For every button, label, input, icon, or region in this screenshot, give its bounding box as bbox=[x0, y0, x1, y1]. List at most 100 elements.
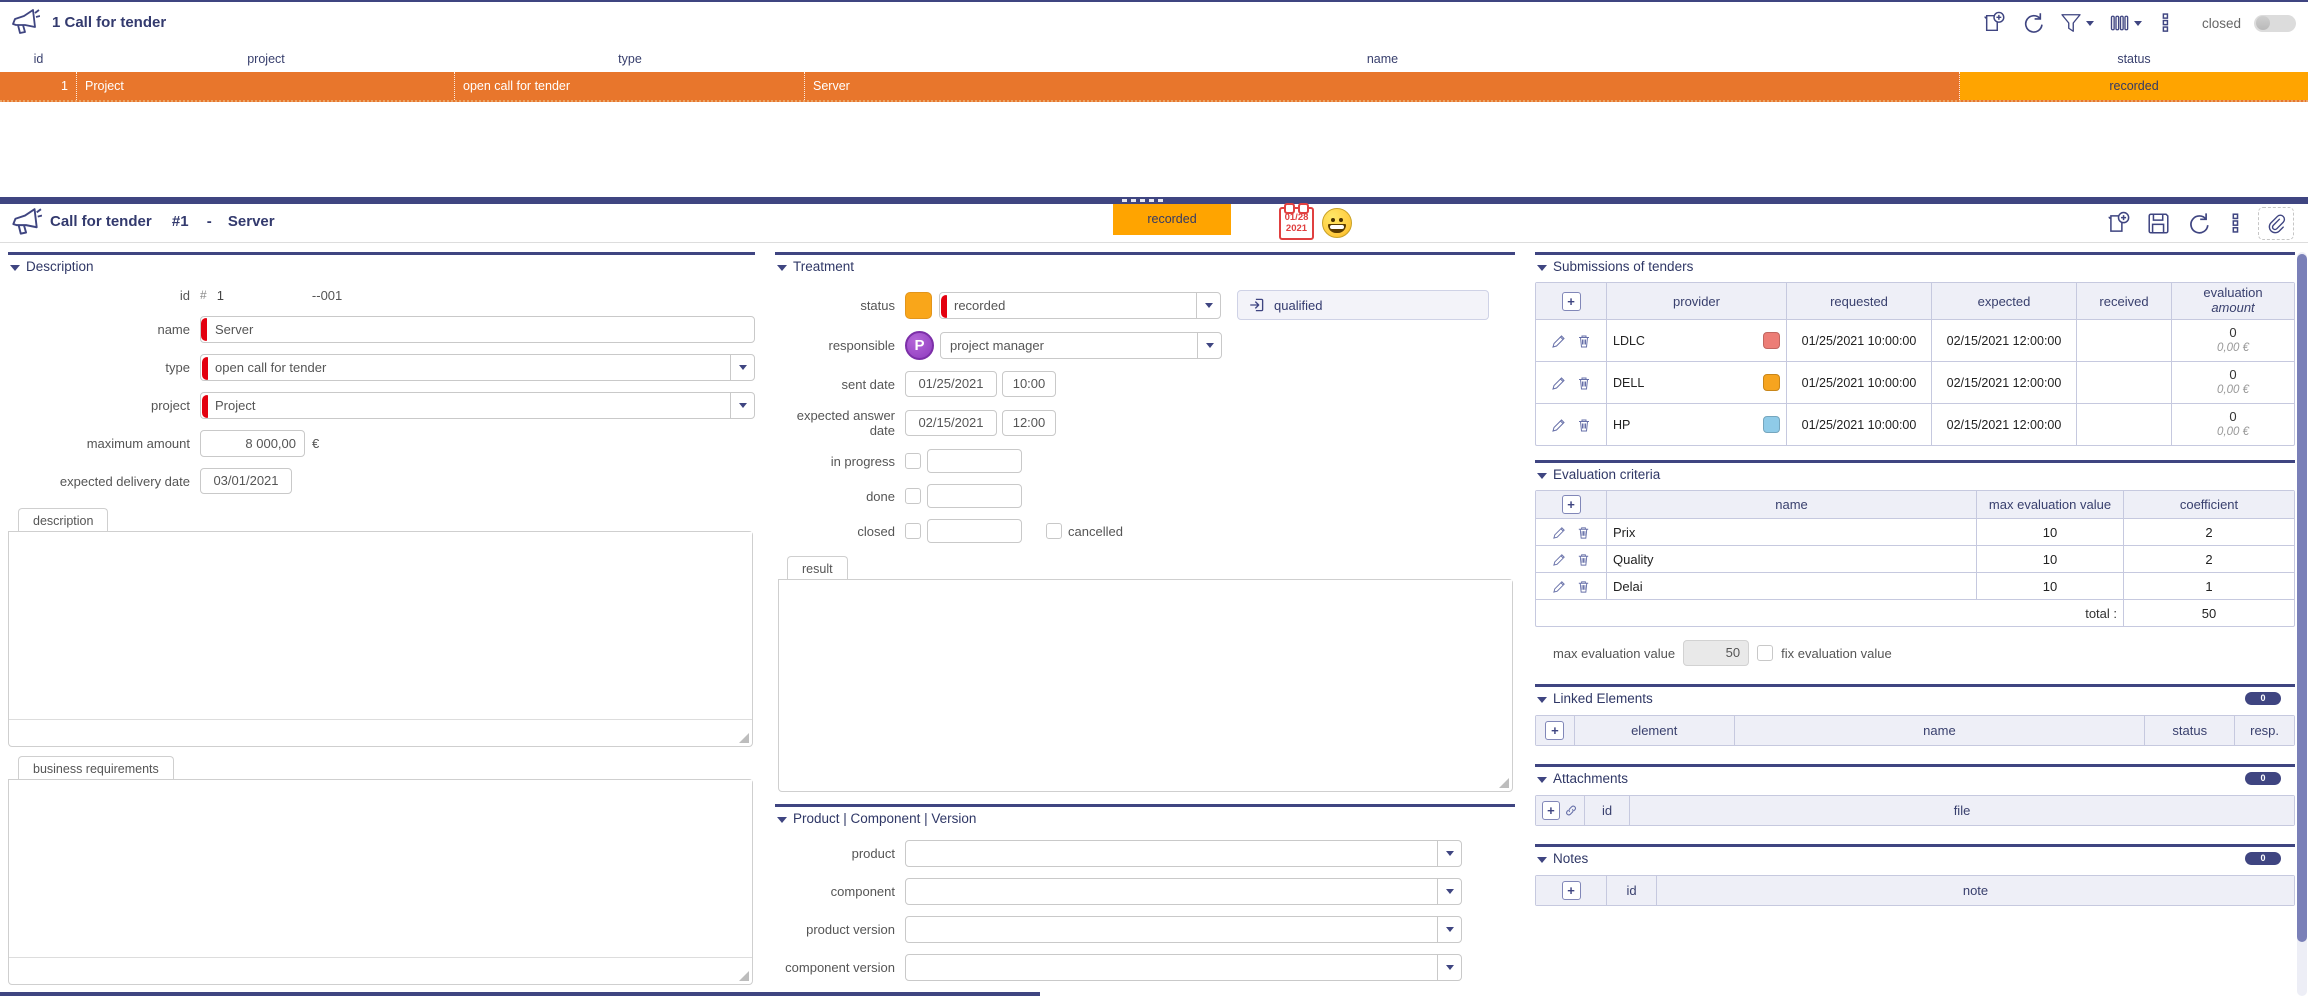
vertical-scrollbar[interactable] bbox=[2297, 252, 2307, 996]
add-note-button[interactable] bbox=[1562, 881, 1581, 900]
closed-date-input[interactable] bbox=[927, 519, 1022, 543]
attach-dropzone[interactable] bbox=[2258, 207, 2294, 240]
chevron-down-icon[interactable] bbox=[1437, 917, 1461, 942]
submission-row[interactable]: LDLC 01/25/2021 10:00:00 02/15/2021 12:0… bbox=[1536, 319, 2294, 361]
chevron-down-icon[interactable] bbox=[1437, 841, 1461, 866]
edit-pencil-icon[interactable] bbox=[1552, 579, 1567, 594]
business-requirements-textarea[interactable] bbox=[9, 780, 752, 957]
add-attachment-button[interactable] bbox=[1542, 801, 1560, 820]
component-version-select[interactable] bbox=[905, 954, 1462, 981]
project-select[interactable]: Project bbox=[200, 392, 755, 419]
responsible-select[interactable]: project manager bbox=[940, 332, 1222, 359]
in-progress-date-input[interactable] bbox=[927, 449, 1022, 473]
panel-divider bbox=[0, 197, 2308, 204]
currency-symbol: € bbox=[312, 436, 319, 451]
product-select[interactable] bbox=[905, 840, 1462, 867]
delete-trash-icon[interactable] bbox=[1576, 552, 1591, 567]
description-textarea[interactable] bbox=[9, 532, 752, 719]
edit-pencil-icon[interactable] bbox=[1552, 552, 1567, 567]
resize-grip-icon[interactable] bbox=[739, 733, 749, 743]
max-evaluation-input[interactable]: 50 bbox=[1683, 640, 1749, 666]
filter-button[interactable] bbox=[2059, 11, 2094, 35]
delete-trash-icon[interactable] bbox=[1576, 525, 1591, 540]
collapse-caret-icon[interactable] bbox=[10, 265, 20, 271]
submission-row[interactable]: DELL 01/25/2021 10:00:00 02/15/2021 12:0… bbox=[1536, 361, 2294, 403]
more-menu-button[interactable] bbox=[2225, 210, 2245, 237]
answer-time-input[interactable]: 12:00 bbox=[1002, 410, 1056, 436]
closed-filter-toggle[interactable] bbox=[2254, 15, 2296, 32]
edit-pencil-icon[interactable] bbox=[1551, 417, 1567, 433]
collapse-caret-icon[interactable] bbox=[1537, 777, 1547, 783]
divider-drag-handle[interactable] bbox=[1122, 199, 1163, 202]
count-badge: 0 bbox=[2245, 772, 2281, 785]
collapse-caret-icon[interactable] bbox=[1537, 265, 1547, 271]
done-date-input[interactable] bbox=[927, 484, 1022, 508]
delete-trash-icon[interactable] bbox=[1576, 333, 1592, 349]
collapse-caret-icon[interactable] bbox=[1537, 473, 1547, 479]
edit-pencil-icon[interactable] bbox=[1551, 375, 1567, 391]
chevron-down-icon[interactable] bbox=[730, 393, 754, 418]
criterion-row[interactable]: Quality 10 2 bbox=[1536, 545, 2294, 572]
collapse-caret-icon[interactable] bbox=[777, 265, 787, 271]
chevron-down-icon[interactable] bbox=[730, 355, 754, 380]
sent-time-input[interactable]: 10:00 bbox=[1002, 371, 1056, 397]
collapse-caret-icon[interactable] bbox=[1537, 857, 1547, 863]
qualify-transition-button[interactable]: qualified bbox=[1237, 290, 1489, 320]
chevron-down-icon[interactable] bbox=[1437, 879, 1461, 904]
columns-button[interactable] bbox=[2107, 11, 2142, 35]
save-button[interactable] bbox=[2145, 210, 2172, 237]
tab-description[interactable]: description bbox=[18, 508, 108, 532]
resize-grip-icon[interactable] bbox=[1499, 778, 1509, 788]
chevron-down-icon[interactable] bbox=[1197, 333, 1221, 358]
criterion-row[interactable]: Prix 10 2 bbox=[1536, 518, 2294, 545]
in-progress-checkbox[interactable] bbox=[905, 453, 921, 469]
requested-cell: 01/25/2021 10:00:00 bbox=[1786, 362, 1931, 403]
edit-pencil-icon[interactable] bbox=[1551, 333, 1567, 349]
delivery-date-input[interactable]: 03/01/2021 bbox=[200, 468, 292, 494]
type-select[interactable]: open call for tender bbox=[200, 354, 755, 381]
fix-evaluation-checkbox[interactable] bbox=[1757, 645, 1773, 661]
more-menu-button[interactable] bbox=[2155, 10, 2175, 36]
criterion-coefficient: 2 bbox=[2123, 546, 2294, 572]
answer-date-input[interactable]: 02/15/2021 bbox=[905, 410, 997, 436]
edit-pencil-icon[interactable] bbox=[1552, 525, 1567, 540]
refresh-button[interactable] bbox=[2185, 210, 2212, 237]
section-evaluation-criteria: Evaluation criteria bbox=[1535, 460, 2295, 482]
table-row[interactable]: 1 Project open call for tender Server re… bbox=[0, 72, 2308, 102]
tab-result[interactable]: result bbox=[787, 556, 848, 580]
sent-date-input[interactable]: 01/25/2021 bbox=[905, 371, 997, 397]
refresh-list-button[interactable] bbox=[2020, 10, 2046, 36]
product-version-select[interactable] bbox=[905, 916, 1462, 943]
resize-grip-icon[interactable] bbox=[739, 971, 749, 981]
chevron-down-icon[interactable] bbox=[1437, 955, 1461, 980]
collapse-caret-icon[interactable] bbox=[1537, 697, 1547, 703]
delete-trash-icon[interactable] bbox=[1576, 579, 1591, 594]
section-attachments: Attachments 0 bbox=[1535, 764, 2295, 786]
submission-row[interactable]: HP 01/25/2021 10:00:00 02/15/2021 12:00:… bbox=[1536, 403, 2294, 445]
criterion-max: 10 bbox=[1976, 573, 2123, 599]
collapse-caret-icon[interactable] bbox=[777, 817, 787, 823]
closed-checkbox[interactable] bbox=[905, 523, 921, 539]
status-select[interactable]: recorded bbox=[939, 292, 1221, 319]
name-input[interactable] bbox=[200, 316, 755, 343]
scrollbar-thumb[interactable] bbox=[2297, 254, 2307, 942]
id-label: id bbox=[8, 288, 200, 303]
maximum-amount-input[interactable] bbox=[200, 430, 305, 457]
add-criterion-button[interactable] bbox=[1562, 495, 1581, 514]
done-checkbox[interactable] bbox=[905, 488, 921, 504]
row-actions bbox=[1536, 546, 1606, 572]
add-record-button[interactable] bbox=[1981, 10, 2007, 36]
link-icon[interactable] bbox=[1564, 803, 1578, 818]
add-submission-button[interactable] bbox=[1562, 292, 1581, 311]
criterion-row[interactable]: Delai 10 1 bbox=[1536, 572, 2294, 599]
tab-business-requirements[interactable]: business requirements bbox=[18, 756, 174, 780]
add-button[interactable] bbox=[2105, 210, 2132, 237]
id-code: --001 bbox=[312, 288, 342, 303]
chevron-down-icon[interactable] bbox=[1196, 293, 1220, 318]
delete-trash-icon[interactable] bbox=[1576, 417, 1592, 433]
delete-trash-icon[interactable] bbox=[1576, 375, 1592, 391]
result-textarea[interactable] bbox=[779, 580, 1512, 785]
component-select[interactable] bbox=[905, 878, 1462, 905]
add-linked-element-button[interactable] bbox=[1545, 721, 1564, 740]
cancelled-checkbox[interactable] bbox=[1046, 523, 1062, 539]
